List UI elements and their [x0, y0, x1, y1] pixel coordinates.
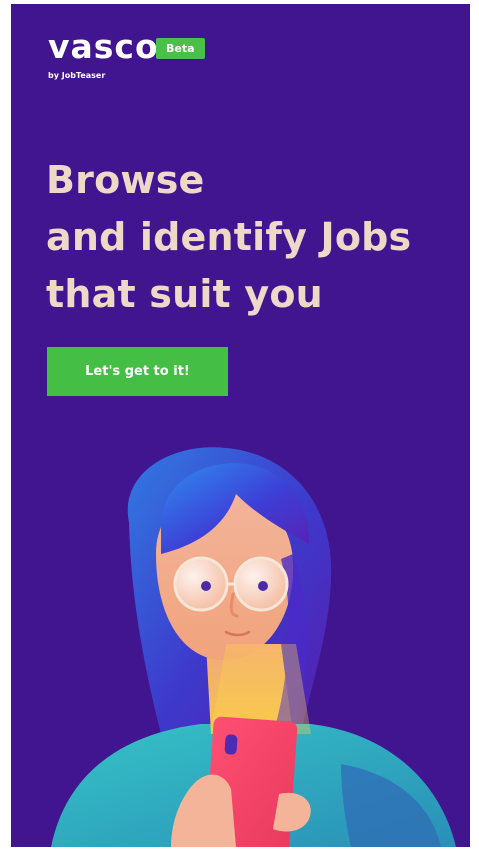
logo-byline: by JobTeaser — [48, 71, 106, 80]
phone-camera-shape — [224, 734, 238, 755]
get-started-button[interactable]: Let's get to it! — [47, 347, 228, 396]
person-with-phone-illustration — [51, 447, 456, 847]
headline-line-1: Browse — [46, 158, 205, 202]
landing-screen: vasco Beta by JobTeaser Browse and ident… — [11, 4, 470, 847]
left-eye-shape — [201, 581, 211, 591]
right-eye-shape — [258, 581, 268, 591]
headline-line-2: and identify Jobs — [46, 215, 412, 259]
hero-headline: Browse and identify Jobs that suit you — [46, 152, 456, 323]
beta-badge: Beta — [156, 38, 205, 59]
headline-line-3: that suit you — [46, 272, 323, 316]
left-lens-shape — [173, 556, 229, 612]
logo-wordmark: vasco — [48, 27, 159, 66]
